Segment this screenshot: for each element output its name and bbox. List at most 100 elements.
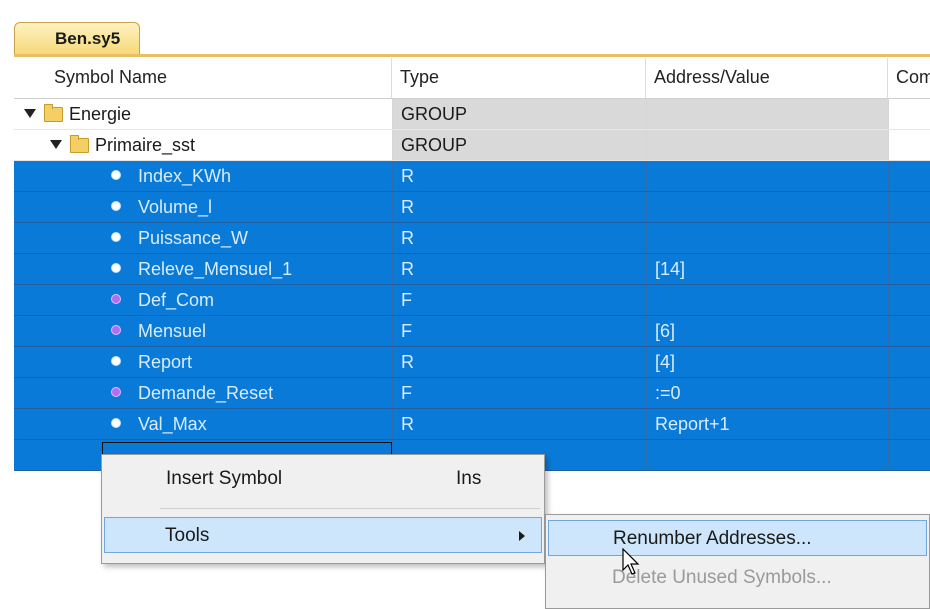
symbol-name-cell[interactable]: Val_Max — [14, 409, 392, 439]
expand-arrow-icon[interactable] — [24, 109, 36, 118]
symbol-name-cell[interactable]: Report — [14, 347, 392, 377]
symbol-name-cell[interactable]: Puissance_W — [14, 223, 392, 253]
col-header-symbol-name[interactable]: Symbol Name — [14, 58, 392, 98]
symbol-name-cell[interactable]: Volume_l — [14, 192, 392, 222]
symbol-name-cell[interactable]: Def_Com — [14, 285, 392, 315]
col-header-address[interactable]: Address/Value — [646, 58, 888, 98]
file-tab[interactable]: Ben.sy5 — [14, 22, 140, 54]
comment-cell[interactable] — [888, 440, 930, 470]
type-cell[interactable]: R — [392, 192, 646, 222]
table-row[interactable]: Primaire_sst GROUP — [14, 130, 930, 161]
type-cell[interactable]: R — [392, 347, 646, 377]
comment-cell[interactable] — [888, 347, 930, 377]
table-row[interactable]: Val_Max R Report+1 — [14, 409, 930, 440]
address-cell[interactable] — [646, 285, 888, 315]
symbol-name-cell[interactable]: Primaire_sst — [14, 130, 392, 160]
address-cell[interactable] — [646, 223, 888, 253]
type-cell[interactable]: F — [392, 285, 646, 315]
register-symbol-icon — [111, 232, 121, 242]
symbol-name-text: Index_KWh — [138, 166, 232, 186]
register-symbol-icon — [111, 356, 121, 366]
address-cell[interactable]: [4] — [646, 347, 888, 377]
col-header-type[interactable]: Type — [392, 58, 646, 98]
comment-cell[interactable] — [888, 378, 930, 408]
address-cell[interactable] — [646, 440, 888, 470]
register-symbol-icon — [111, 263, 121, 273]
type-cell[interactable]: GROUP — [392, 99, 646, 129]
comment-cell[interactable] — [888, 161, 930, 191]
type-cell[interactable]: F — [392, 378, 646, 408]
table-row[interactable]: Mensuel F [6] — [14, 316, 930, 347]
symbol-name-text: Releve_Mensuel_1 — [138, 259, 293, 279]
table-row[interactable]: Energie GROUP — [14, 99, 930, 130]
address-cell[interactable] — [646, 161, 888, 191]
menu-item-label: Delete Unused Symbols... — [612, 567, 832, 588]
table-row[interactable]: Releve_Mensuel_1 R [14] — [14, 254, 930, 285]
table-row[interactable]: Index_KWh R — [14, 161, 930, 192]
comment-cell[interactable] — [888, 409, 930, 439]
comment-cell[interactable] — [888, 99, 930, 129]
address-cell[interactable] — [646, 192, 888, 222]
comment-cell[interactable] — [888, 316, 930, 346]
grid-header: Symbol Name Type Address/Value Com — [14, 58, 930, 99]
type-cell[interactable]: R — [392, 161, 646, 191]
expand-arrow-icon[interactable] — [50, 140, 62, 149]
address-cell[interactable] — [646, 99, 888, 129]
comment-cell[interactable] — [888, 285, 930, 315]
tab-underline — [14, 54, 930, 57]
register-symbol-icon — [111, 201, 121, 211]
comment-cell[interactable] — [888, 223, 930, 253]
flag-symbol-icon — [111, 387, 121, 397]
tools-submenu: Renumber Addresses... Delete Unused Symb… — [545, 514, 930, 609]
type-cell[interactable]: R — [392, 254, 646, 284]
comment-cell[interactable] — [888, 192, 930, 222]
symbol-name-cell[interactable]: Index_KWh — [14, 161, 392, 191]
flag-symbol-icon — [111, 294, 121, 304]
address-cell[interactable]: :=0 — [646, 378, 888, 408]
register-symbol-icon — [111, 170, 121, 180]
type-cell[interactable]: R — [392, 409, 646, 439]
folder-icon — [44, 104, 63, 122]
symbol-name-text: Demande_Reset — [138, 383, 274, 403]
type-cell[interactable]: F — [392, 316, 646, 346]
table-row[interactable]: Puissance_W R — [14, 223, 930, 254]
submenu-arrow-icon — [519, 531, 525, 541]
symbol-name-cell[interactable]: Energie — [14, 99, 392, 129]
type-cell[interactable]: GROUP — [392, 130, 646, 160]
symbol-name-text: Energie — [69, 104, 132, 124]
table-row[interactable]: Demande_Reset F:=0 — [14, 378, 930, 409]
register-symbol-icon — [111, 418, 121, 428]
symbol-name-text: Primaire_sst — [95, 135, 196, 155]
menu-item-tools[interactable]: Tools — [104, 517, 542, 553]
menu-item-label: Insert Symbol — [166, 468, 283, 489]
address-cell[interactable]: [14] — [646, 254, 888, 284]
table-row[interactable]: Volume_l R — [14, 192, 930, 223]
mouse-cursor-icon — [622, 548, 640, 575]
symbol-name-cell[interactable]: Demande_Reset — [14, 378, 392, 408]
symbol-name-text: Puissance_W — [138, 228, 249, 248]
grid-rows: Energie GROUP Primaire_sst GROUP Index_KWh R V… — [14, 99, 930, 471]
address-cell[interactable]: Report+1 — [646, 409, 888, 439]
type-cell[interactable]: R — [392, 223, 646, 253]
table-row[interactable]: Def_Com F — [14, 285, 930, 316]
symbol-name-text: Def_Com — [138, 290, 215, 310]
menu-item-shortcut: Ins — [456, 468, 482, 489]
col-header-comment[interactable]: Com — [888, 58, 930, 98]
menu-separator — [160, 508, 540, 509]
comment-cell[interactable] — [888, 254, 930, 284]
folder-icon — [70, 135, 89, 153]
comment-cell[interactable] — [888, 130, 930, 160]
symbol-name-cell[interactable]: Mensuel — [14, 316, 392, 346]
symbol-name-text: Volume_l — [138, 197, 213, 217]
address-cell[interactable] — [646, 130, 888, 160]
table-row[interactable]: Report R [4] — [14, 347, 930, 378]
symbol-name-cell[interactable]: Releve_Mensuel_1 — [14, 254, 392, 284]
flag-symbol-icon — [111, 325, 121, 335]
address-cell[interactable]: [6] — [646, 316, 888, 346]
menu-item-delete-unused-symbols[interactable]: Delete Unused Symbols... — [548, 560, 927, 596]
context-menu: Insert Symbol Ins Tools — [101, 454, 545, 564]
menu-item-insert-symbol[interactable]: Insert Symbol Ins — [104, 461, 542, 497]
menu-item-renumber-addresses[interactable]: Renumber Addresses... — [548, 520, 927, 556]
symbol-name-text: Report — [138, 352, 193, 372]
file-tab-label: Ben.sy5 — [55, 29, 121, 48]
